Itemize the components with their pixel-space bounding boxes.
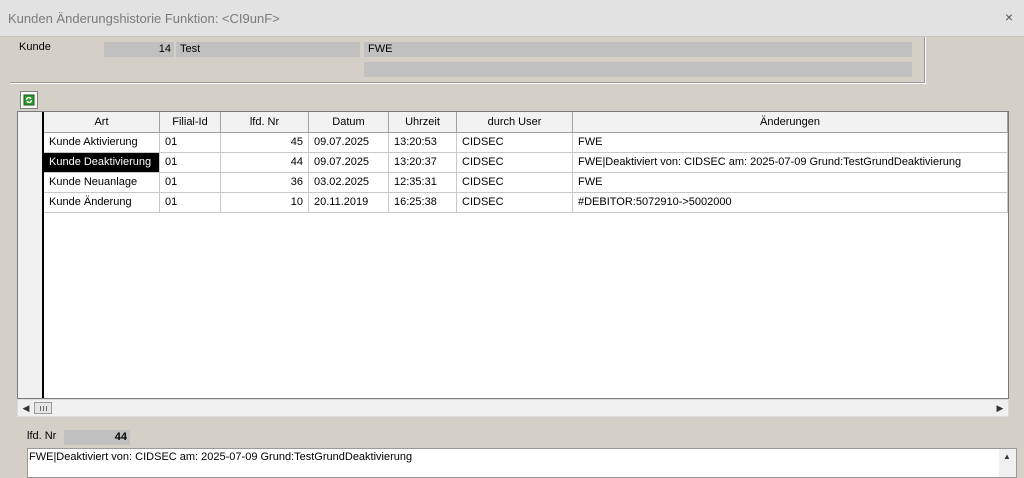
cell-art[interactable]: Kunde Deaktivierung — [44, 153, 160, 173]
cell-art[interactable]: Kunde Änderung — [44, 193, 160, 213]
cell-lfd-nr[interactable]: 44 — [221, 153, 309, 173]
column-header-lfd-nr[interactable]: lfd. Nr — [221, 112, 309, 133]
cell-durch-user[interactable]: CIDSEC — [457, 133, 573, 153]
cell-filial-id[interactable]: 01 — [160, 193, 221, 213]
cell-datum[interactable]: 09.07.2025 — [309, 133, 389, 153]
column-header-durch-user[interactable]: durch User — [457, 112, 573, 133]
cell-uhrzeit[interactable]: 13:20:37 — [389, 153, 457, 173]
cell-lfd-nr[interactable]: 36 — [221, 173, 309, 193]
cell-datum[interactable]: 20.11.2019 — [309, 193, 389, 213]
scrollbar-thumb[interactable] — [34, 402, 52, 414]
cell-datum[interactable]: 09.07.2025 — [309, 153, 389, 173]
customer-number-field: 14 — [104, 42, 174, 57]
column-header-uhrzeit[interactable]: Uhrzeit — [389, 112, 457, 133]
cell-aenderungen[interactable]: FWE — [573, 173, 1008, 193]
window-title: Kunden Änderungshistorie Funktion: <CI9u… — [8, 11, 280, 26]
close-button[interactable]: × — [1000, 8, 1018, 26]
detail-text: FWE|Deaktiviert von: CIDSEC am: 2025-07-… — [29, 451, 413, 463]
cell-aenderungen[interactable]: FWE|Deaktiviert von: CIDSEC am: 2025-07-… — [573, 153, 1008, 173]
cell-lfd-nr[interactable]: 10 — [221, 193, 309, 213]
history-grid[interactable]: Art Filial-Id lfd. Nr Datum Uhrzeit durc… — [17, 111, 1009, 399]
cell-uhrzeit[interactable]: 13:20:53 — [389, 133, 457, 153]
column-header-filial-id[interactable]: Filial-Id — [160, 112, 221, 133]
customer-name-field: Test — [176, 42, 360, 57]
customer-label: Kunde — [19, 41, 51, 53]
customer-code-field: FWE — [364, 42, 912, 57]
horizontal-scrollbar[interactable]: ◀ ▶ — [17, 399, 1009, 417]
row-selector-column[interactable] — [18, 112, 44, 398]
column-header-art[interactable]: Art — [44, 112, 160, 133]
cell-uhrzeit[interactable]: 16:25:38 — [389, 193, 457, 213]
customer-extra-field — [364, 62, 912, 77]
cell-lfd-nr[interactable]: 45 — [221, 133, 309, 153]
cell-datum[interactable]: 03.02.2025 — [309, 173, 389, 193]
cell-durch-user[interactable]: CIDSEC — [457, 193, 573, 213]
detail-nr-field: 44 — [64, 430, 130, 445]
refresh-icon — [23, 94, 35, 106]
cell-filial-id[interactable]: 01 — [160, 133, 221, 153]
column-header-datum[interactable]: Datum — [309, 112, 389, 133]
cell-durch-user[interactable]: CIDSEC — [457, 153, 573, 173]
cell-filial-id[interactable]: 01 — [160, 173, 221, 193]
cell-aenderungen[interactable]: #DEBITOR:5072910->5002000 — [573, 193, 1008, 213]
refresh-button[interactable] — [20, 91, 38, 109]
scroll-left-arrow-icon[interactable]: ◀ — [18, 400, 34, 416]
detail-nr-label: lfd. Nr — [27, 430, 57, 442]
detail-text-memo[interactable]: FWE|Deaktiviert von: CIDSEC am: 2025-07-… — [27, 448, 1017, 478]
cell-filial-id[interactable]: 01 — [160, 153, 221, 173]
scroll-right-arrow-icon[interactable]: ▶ — [992, 400, 1008, 416]
column-header-aenderungen[interactable]: Änderungen — [573, 112, 1008, 133]
cell-art[interactable]: Kunde Aktivierung — [44, 133, 160, 153]
scroll-up-arrow-icon[interactable]: ▲ — [1003, 452, 1011, 461]
title-bar: Kunden Änderungshistorie Funktion: <CI9u… — [0, 0, 1024, 37]
cell-art[interactable]: Kunde Neuanlage — [44, 173, 160, 193]
cell-aenderungen[interactable]: FWE — [573, 133, 1008, 153]
cell-uhrzeit[interactable]: 12:35:31 — [389, 173, 457, 193]
cell-durch-user[interactable]: CIDSEC — [457, 173, 573, 193]
